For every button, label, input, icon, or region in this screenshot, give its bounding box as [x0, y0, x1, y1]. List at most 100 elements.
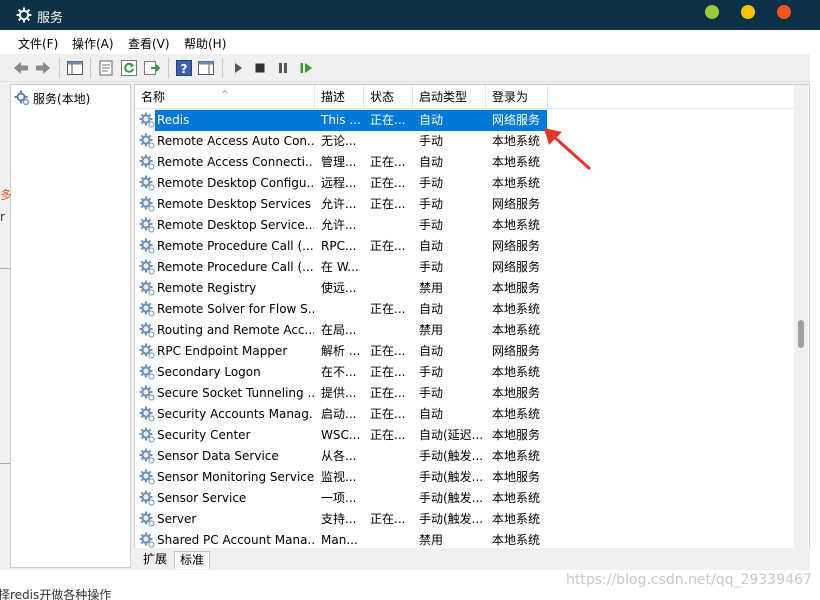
service-description: This ...: [321, 113, 361, 127]
table-row[interactable]: Security Center WSC... 正在... 自动(延迟... 本地服务: [135, 425, 795, 446]
minimize-button[interactable]: [741, 5, 755, 19]
vertical-scrollbar[interactable]: [794, 85, 808, 549]
background-edge-line: [0, 268, 10, 269]
back-arrow-icon[interactable]: [12, 59, 30, 77]
table-row[interactable]: Remote Desktop Configu... 远程... 正在... 手动 本地系…: [135, 173, 795, 194]
service-startup-type: 禁用: [419, 281, 444, 295]
service-gear-icon: [139, 280, 155, 296]
services-rows: Redis This ... 正在... 自动 网络服务 Remote Access Au…: [135, 110, 795, 549]
table-row[interactable]: Security Accounts Manag... 启动... 正在... 自动 本地…: [135, 404, 795, 425]
service-gear-icon: [139, 406, 155, 422]
service-startup-type: 自动: [419, 155, 444, 169]
service-status: [370, 257, 412, 278]
tree-node-services-local[interactable]: 服务(本地): [14, 89, 90, 107]
restart-service-icon[interactable]: [297, 59, 315, 77]
gear-icon: [16, 7, 32, 23]
service-startup-type: 自动: [419, 113, 444, 127]
menu-file[interactable]: 文件(F): [18, 35, 58, 52]
table-row[interactable]: Shared PC Account Mana... Man... 禁用 本地系统: [135, 530, 795, 549]
table-row[interactable]: Remote Registry 使远... 禁用 本地服务: [135, 278, 795, 299]
service-startup-type: 禁用: [419, 323, 444, 337]
column-header-state[interactable]: 状态: [364, 85, 413, 109]
gear-icon: [14, 90, 30, 106]
stop-service-icon[interactable]: [251, 59, 269, 77]
service-name: Server: [157, 512, 197, 526]
service-status: 正在...: [370, 302, 406, 316]
menu-action[interactable]: 操作(A): [72, 35, 114, 52]
column-header-logon[interactable]: 登录为: [486, 85, 548, 109]
forward-arrow-icon[interactable]: [34, 59, 52, 77]
start-service-icon[interactable]: [229, 59, 247, 77]
service-name: Shared PC Account Mana...: [157, 533, 314, 547]
service-status: 正在...: [370, 407, 406, 421]
service-logon-as: 本地系统: [492, 512, 541, 526]
service-gear-icon: [139, 532, 155, 548]
service-name: RPC Endpoint Mapper: [157, 344, 288, 358]
table-row[interactable]: Remote Procedure Call (... RPC... 正在... 自动 网…: [135, 236, 795, 257]
service-description: WSC...: [321, 428, 361, 442]
service-startup-type: 手动(触发...: [419, 470, 484, 484]
action-pane-icon[interactable]: [197, 59, 215, 77]
table-row[interactable]: Remote Desktop Services 允许... 正在... 手动 网络服务: [135, 194, 795, 215]
table-row[interactable]: Redis This ... 正在... 自动 网络服务: [135, 110, 795, 131]
table-row[interactable]: Routing and Remote Acc... 在局... 禁用 本地系统: [135, 320, 795, 341]
table-row[interactable]: Secondary Logon 在不... 正在... 手动 本地系统: [135, 362, 795, 383]
service-status: [370, 215, 412, 236]
service-description: 远程...: [321, 176, 357, 190]
column-header-startup[interactable]: 启动类型: [413, 85, 486, 109]
help-icon[interactable]: ?: [175, 59, 193, 77]
watermark-text: https://blog.csdn.net/qq_29339467: [566, 572, 812, 588]
tab-standard[interactable]: 标准: [174, 551, 211, 569]
table-row[interactable]: Remote Access Auto Con... 无论... 手动 本地系统: [135, 131, 795, 152]
service-logon-as: 网络服务: [492, 197, 541, 211]
column-header-desc[interactable]: 描述: [315, 85, 364, 109]
table-row[interactable]: Remote Desktop Service... 允许... 手动 本地系统: [135, 215, 795, 236]
show-console-tree-icon[interactable]: [66, 59, 84, 77]
background-edge-text: 多: [0, 188, 13, 202]
service-startup-type: 自动: [419, 407, 444, 421]
service-status: 正在...: [370, 428, 406, 442]
service-logon-as: 本地系统: [492, 365, 541, 379]
service-description: Man...: [321, 533, 358, 547]
table-row[interactable]: Sensor Monitoring Service 监视... 手动(触发... 本地…: [135, 467, 795, 488]
export-list-icon[interactable]: [143, 59, 161, 77]
pause-service-icon[interactable]: [274, 59, 292, 77]
service-gear-icon: [139, 301, 155, 317]
service-logon-as: 本地系统: [492, 491, 541, 505]
toolbar-separator: [59, 58, 60, 78]
tab-extended[interactable]: 扩展: [138, 551, 172, 569]
background-edge-line: [0, 463, 10, 464]
table-row[interactable]: Sensor Data Service 从各... 手动(触发... 本地系统: [135, 446, 795, 467]
column-header-label: 登录为: [492, 90, 529, 104]
table-row[interactable]: Secure Socket Tunneling ... 提供... 正在... 手动 本…: [135, 383, 795, 404]
service-gear-icon: [139, 343, 155, 359]
table-row[interactable]: Remote Access Connecti... 管理... 正在... 自动 本地系…: [135, 152, 795, 173]
toolbar-separator: [168, 58, 169, 78]
service-status: [370, 530, 412, 549]
list-header: 名称 ^ 描述 状态 启动类型 登录为: [135, 85, 795, 109]
service-name: Security Accounts Manag...: [157, 407, 314, 421]
column-header-name[interactable]: 名称 ^: [135, 85, 315, 109]
service-name: Remote Procedure Call (...: [157, 239, 314, 253]
maximize-button[interactable]: [705, 5, 719, 19]
menu-help[interactable]: 帮助(H): [184, 35, 226, 52]
toolbar-separator: [90, 58, 91, 78]
close-button[interactable]: [777, 5, 791, 19]
sort-ascending-icon: ^: [221, 90, 229, 100]
table-row[interactable]: Server 支持... 正在... 手动(触发... 本地系统: [135, 509, 795, 530]
refresh-icon[interactable]: [120, 59, 138, 77]
properties-icon[interactable]: [97, 59, 115, 77]
service-gear-icon: [139, 175, 155, 191]
table-row[interactable]: Remote Procedure Call (... 在 W... 手动 网络服务: [135, 257, 795, 278]
table-row[interactable]: Remote Solver for Flow S... 正在... 自动 本地系统: [135, 299, 795, 320]
console-tree: 服务(本地): [10, 84, 131, 568]
background-edge-text: r: [0, 210, 5, 224]
service-description: 解析 ...: [321, 344, 361, 358]
menu-view[interactable]: 查看(V): [128, 35, 170, 52]
service-startup-type: 自动(延迟...: [419, 428, 484, 442]
table-row[interactable]: RPC Endpoint Mapper 解析 ... 正在... 自动 网络服务: [135, 341, 795, 362]
table-row[interactable]: Sensor Service 一项... 手动(触发... 本地系统: [135, 488, 795, 509]
service-logon-as: 本地服务: [492, 281, 541, 295]
scrollbar-thumb[interactable]: [798, 320, 804, 348]
tree-node-label: 服务(本地): [33, 91, 91, 106]
